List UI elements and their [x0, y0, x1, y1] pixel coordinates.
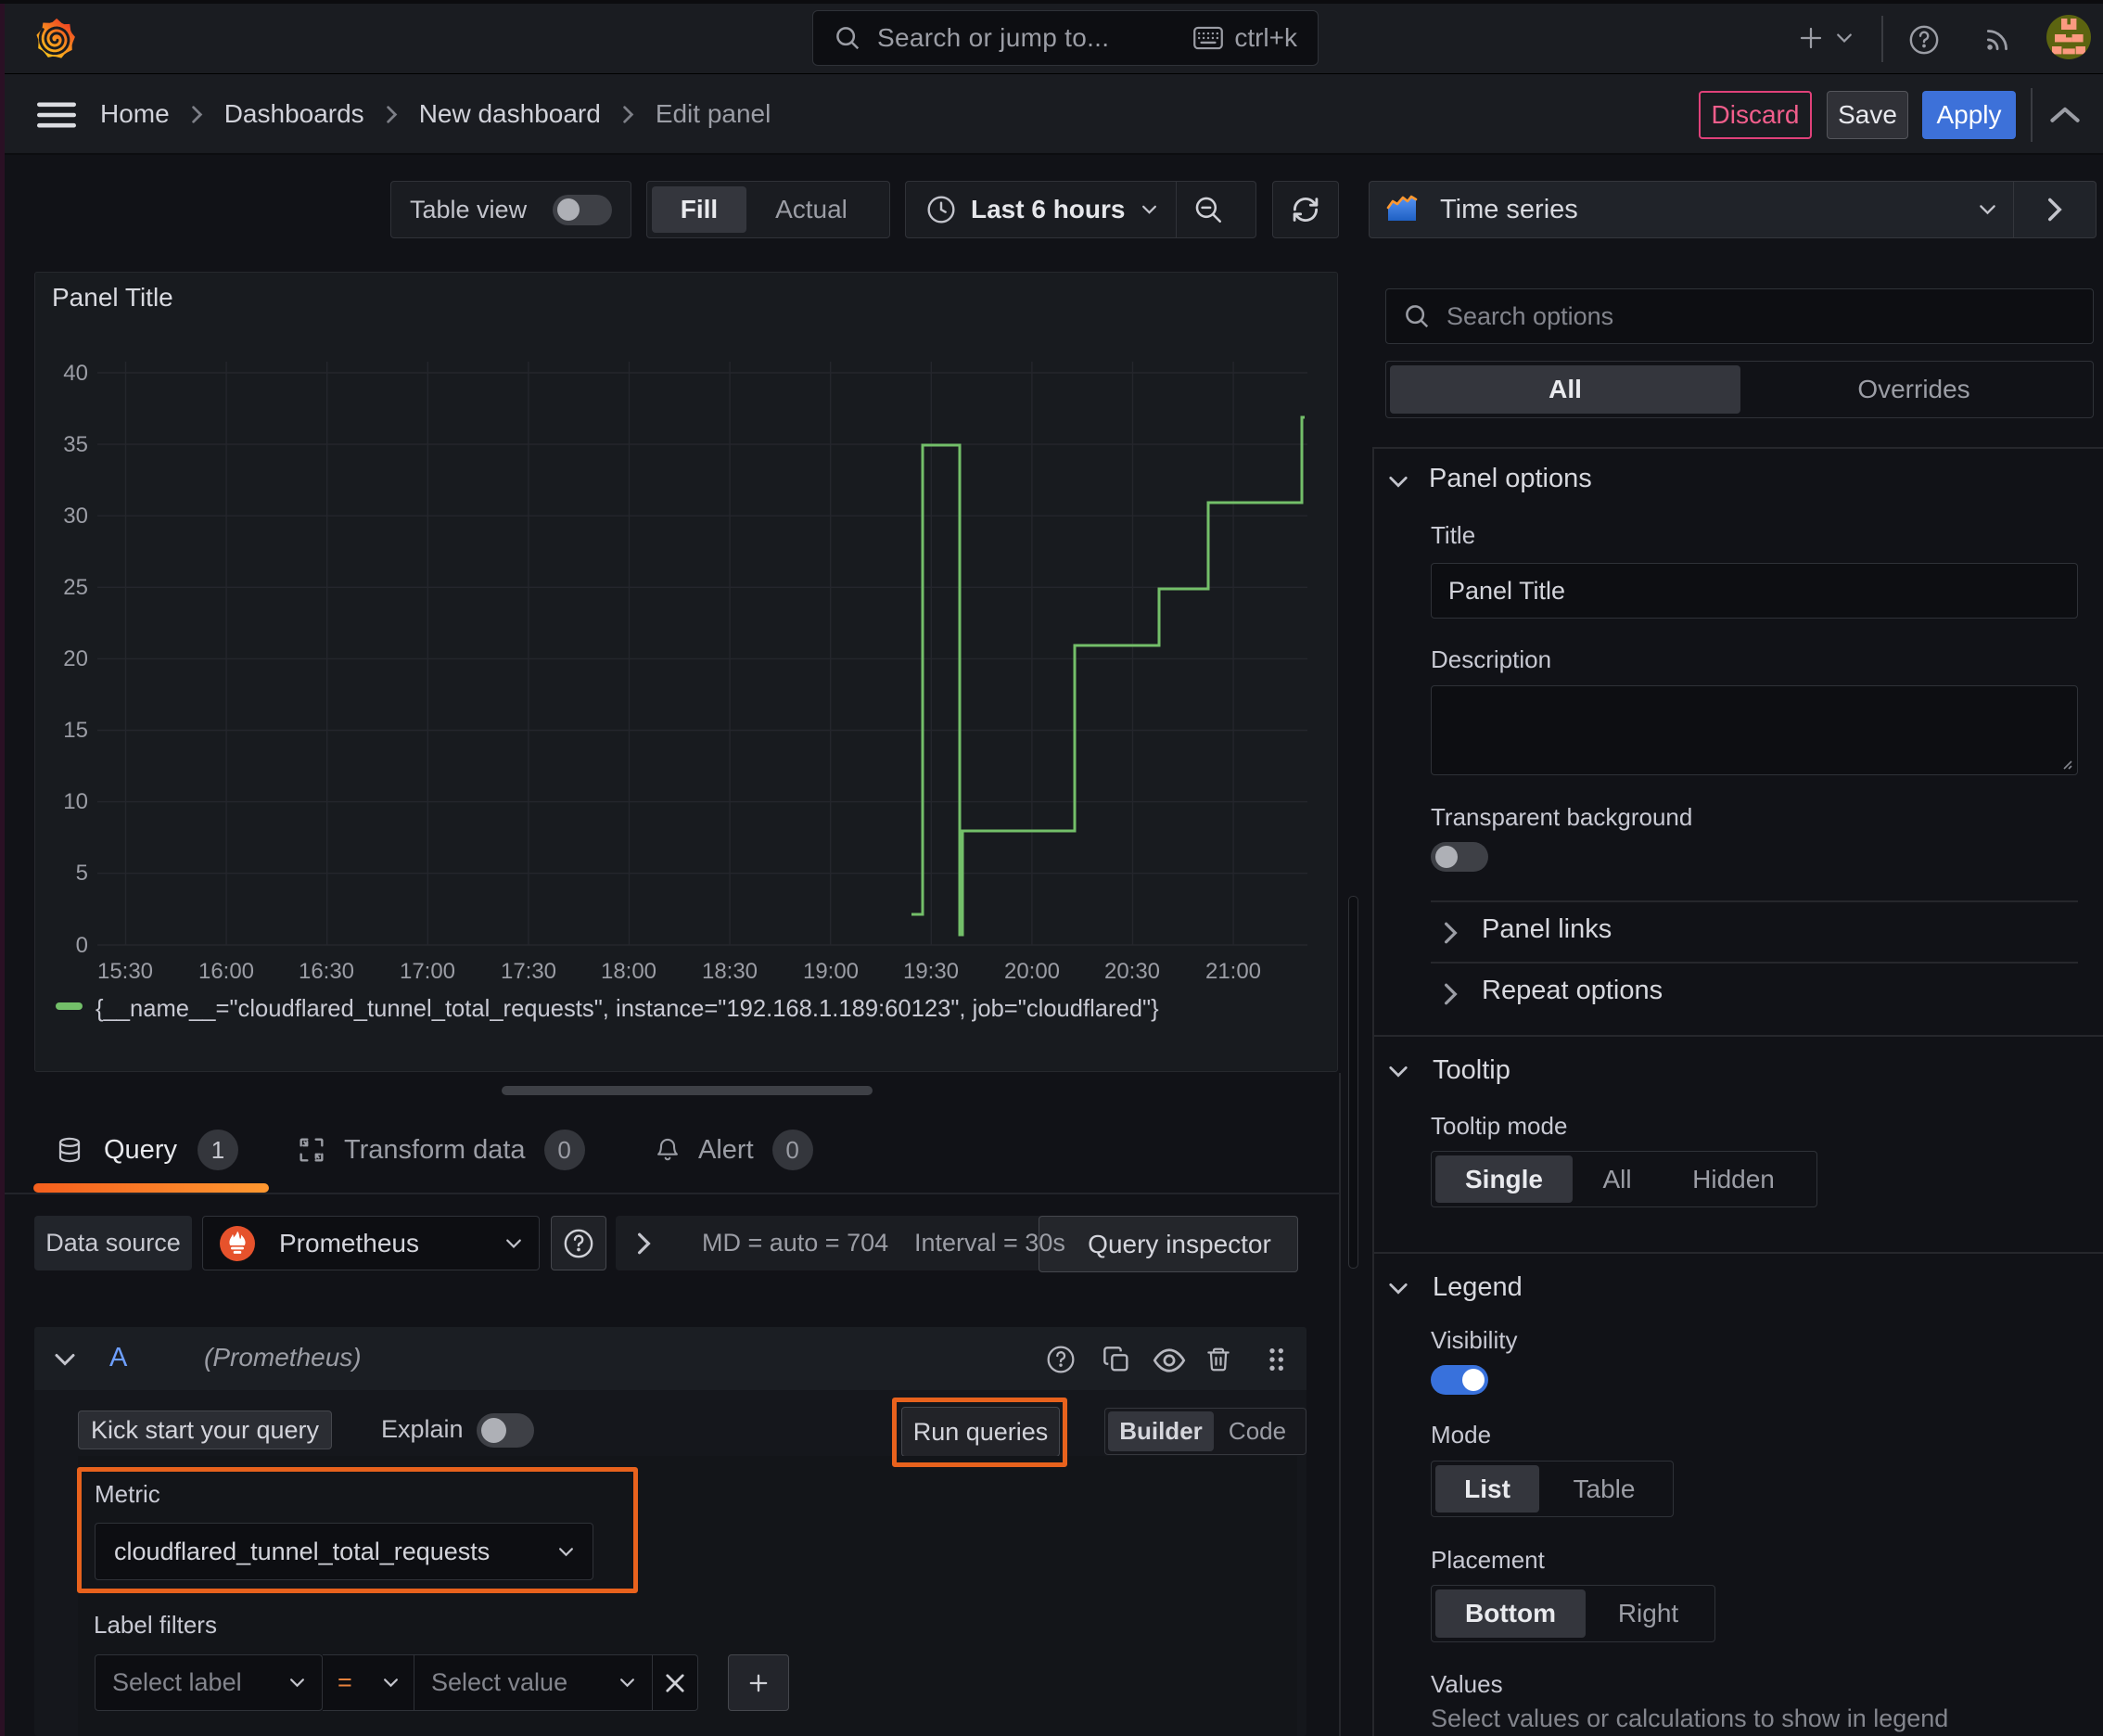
- svg-text:17:00: 17:00: [400, 959, 455, 984]
- svg-text:16:30: 16:30: [299, 959, 354, 984]
- svg-text:20:00: 20:00: [1004, 959, 1060, 984]
- svg-text:18:30: 18:30: [702, 959, 758, 984]
- svg-text:35: 35: [63, 432, 88, 457]
- svg-text:16:00: 16:00: [198, 959, 254, 984]
- svg-text:5: 5: [76, 861, 88, 886]
- svg-text:19:30: 19:30: [903, 959, 959, 984]
- svg-text:18:00: 18:00: [601, 959, 656, 984]
- svg-text:25: 25: [63, 575, 88, 600]
- svg-text:40: 40: [63, 361, 88, 386]
- svg-text:15:30: 15:30: [97, 959, 153, 984]
- svg-text:15: 15: [63, 718, 88, 743]
- svg-text:20: 20: [63, 646, 88, 671]
- svg-text:0: 0: [76, 933, 88, 958]
- svg-text:30: 30: [63, 504, 88, 529]
- svg-text:19:00: 19:00: [803, 959, 859, 984]
- svg-text:17:30: 17:30: [501, 959, 556, 984]
- svg-text:{__name__="cloudflared_tunnel_: {__name__="cloudflared_tunnel_total_requ…: [96, 996, 1159, 1022]
- svg-text:10: 10: [63, 789, 88, 814]
- svg-text:20:30: 20:30: [1104, 959, 1160, 984]
- svg-text:21:00: 21:00: [1205, 959, 1261, 984]
